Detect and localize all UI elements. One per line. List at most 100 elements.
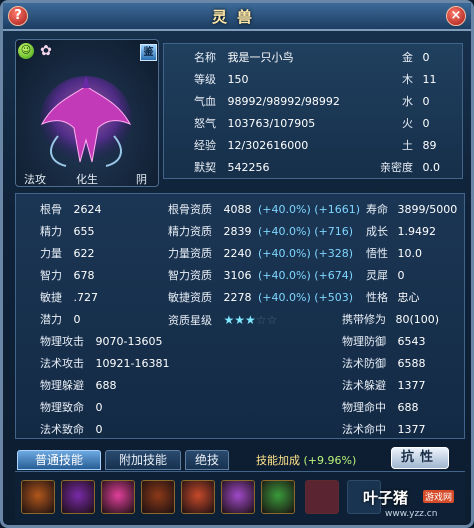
identity-row-exp: 经验 12/302616000 bbox=[194, 136, 308, 155]
identity-key: 气血 bbox=[194, 95, 216, 108]
skill-slot-1[interactable] bbox=[21, 480, 55, 514]
combat-magic-hit: 法术命中 1377 bbox=[342, 420, 426, 440]
aptitude-key: 敏捷资质 bbox=[168, 291, 212, 304]
skill-slot-3[interactable] bbox=[101, 480, 135, 514]
identity-panel: 名称 我是一只小鸟 等级 150 气血 98992/98992/98992 怒气… bbox=[163, 43, 463, 179]
skill-slot-2[interactable] bbox=[61, 480, 95, 514]
element-metal: 金 0 bbox=[402, 48, 430, 67]
identity-value: 103763/107905 bbox=[227, 117, 316, 130]
stat-key: 灵犀 bbox=[366, 269, 388, 282]
stat-strength: 力量 622 bbox=[40, 244, 95, 264]
skill-slot-7[interactable] bbox=[261, 480, 295, 514]
element-value: 89 bbox=[422, 139, 437, 152]
aptitude-energy: 精力资质 2839 (+40.0%) (+716) bbox=[168, 222, 353, 242]
stat-value: 678 bbox=[73, 269, 95, 282]
combat-key: 法术致命 bbox=[40, 423, 84, 436]
identity-row-name: 名称 我是一只小鸟 bbox=[194, 48, 294, 67]
stat-value: 2624 bbox=[73, 203, 102, 216]
combat-phys-crit: 物理致命 0 bbox=[40, 398, 103, 418]
watermark-tag: 游戏网 bbox=[423, 490, 455, 503]
stat-value: 10.0 bbox=[397, 247, 423, 260]
identity-value: 98992/98992/98992 bbox=[227, 95, 340, 108]
tab-normal-skills[interactable]: 普通技能 bbox=[17, 450, 101, 470]
aptitude-star-rating: 资质星级 ★★★☆☆ bbox=[168, 310, 277, 330]
element-water: 水 0 bbox=[402, 92, 430, 111]
aptitude-bonus: (+40.0%) (+674) bbox=[258, 269, 354, 282]
element-value: 0 bbox=[422, 117, 430, 130]
aptitude-value: 2278 bbox=[223, 291, 252, 304]
stat-value: 655 bbox=[73, 225, 95, 238]
combat-value: 688 bbox=[95, 379, 117, 392]
element-earth: 土 89 bbox=[402, 136, 437, 155]
aptitude-key: 根骨资质 bbox=[168, 203, 212, 216]
combat-key: 物理攻击 bbox=[40, 335, 84, 348]
tab-extra-skills[interactable]: 附加技能 bbox=[105, 450, 181, 470]
skill-bonus-label: 技能加成 bbox=[256, 454, 300, 467]
stat-value: 80(100) bbox=[395, 313, 440, 326]
identity-key: 默契 bbox=[194, 161, 216, 174]
combat-phys-dodge: 物理躲避 688 bbox=[40, 376, 117, 396]
smile-icon[interactable]: ☺ bbox=[18, 43, 34, 59]
star-filled-icon: ★ bbox=[245, 313, 256, 327]
tab-ultimate[interactable]: 绝技 bbox=[185, 450, 229, 470]
stat-energy: 精力 655 bbox=[40, 222, 95, 242]
combat-magic-defense: 法术防御 6588 bbox=[342, 354, 426, 374]
identity-row-rage: 怒气 103763/107905 bbox=[194, 114, 315, 133]
aptitude-bonus: (+40.0%) (+1661) bbox=[258, 203, 361, 216]
resistance-button[interactable]: 抗性 bbox=[391, 447, 449, 469]
stat-potential: 潜力 0 bbox=[40, 310, 81, 330]
stat-key: 力量 bbox=[40, 247, 62, 260]
attack-type-label: 法攻 bbox=[24, 173, 46, 186]
identity-value: 12/302616000 bbox=[227, 139, 309, 152]
aptitude-value: 3106 bbox=[223, 269, 252, 282]
identity-key: 名称 bbox=[194, 51, 216, 64]
skill-slot-5[interactable] bbox=[181, 480, 215, 514]
aptitude-strength: 力量资质 2240 (+40.0%) (+328) bbox=[168, 244, 353, 264]
skill-slot-6[interactable] bbox=[221, 480, 255, 514]
stat-value: 622 bbox=[73, 247, 95, 260]
skill-slot-4[interactable] bbox=[141, 480, 175, 514]
identity-key: 等级 bbox=[194, 73, 216, 86]
help-button[interactable]: ? bbox=[8, 6, 28, 26]
stat-constitution: 根骨 2624 bbox=[40, 200, 102, 220]
flower-icon[interactable]: ✿ bbox=[38, 43, 54, 59]
stat-key: 性格 bbox=[366, 291, 388, 304]
skill-slot-empty[interactable] bbox=[305, 480, 339, 514]
identity-value: 我是一只小鸟 bbox=[227, 51, 294, 64]
appraise-button[interactable]: 鉴 bbox=[140, 44, 157, 61]
element-key: 水 bbox=[402, 95, 413, 108]
watermark-url: www.yzz.cn bbox=[385, 509, 438, 519]
aptitude-value: 2839 bbox=[223, 225, 252, 238]
aptitude-bonus: (+40.0%) (+328) bbox=[258, 247, 354, 260]
stat-key: 根骨 bbox=[40, 203, 62, 216]
identity-key: 怒气 bbox=[194, 117, 216, 130]
title-bar[interactable]: ? 灵兽 × bbox=[3, 3, 471, 31]
aptitude-value: 2240 bbox=[223, 247, 252, 260]
combat-value: 6543 bbox=[397, 335, 426, 348]
element-wood: 木 11 bbox=[402, 70, 437, 89]
combat-value: 688 bbox=[397, 401, 419, 414]
stat-agility: 敏捷 .727 bbox=[40, 288, 98, 308]
star-rating: ★★★☆☆ bbox=[224, 313, 278, 327]
aptitude-key: 精力资质 bbox=[168, 225, 212, 238]
combat-key: 物理躲避 bbox=[40, 379, 84, 392]
combat-key: 物理致命 bbox=[40, 401, 84, 414]
star-empty-icon: ☆ bbox=[255, 313, 267, 327]
stat-value: .727 bbox=[73, 291, 99, 304]
star-empty-icon: ☆ bbox=[266, 313, 278, 327]
stat-key: 寿命 bbox=[366, 203, 388, 216]
stat-key: 敏捷 bbox=[40, 291, 62, 304]
combat-key: 法术躲避 bbox=[342, 379, 386, 392]
aptitude-bonus: (+40.0%) (+716) bbox=[258, 225, 354, 238]
identity-row-hp: 气血 98992/98992/98992 bbox=[194, 92, 340, 111]
stat-key: 潜力 bbox=[40, 313, 62, 326]
combat-value: 9070-13605 bbox=[95, 335, 163, 348]
identity-key: 经验 bbox=[194, 139, 216, 152]
aptitude-agility: 敏捷资质 2278 (+40.0%) (+503) bbox=[168, 288, 353, 308]
identity-row-level: 等级 150 bbox=[194, 70, 249, 89]
stat-key: 精力 bbox=[40, 225, 62, 238]
stat-value: 0 bbox=[73, 313, 81, 326]
close-button[interactable]: × bbox=[446, 6, 466, 26]
combat-key: 物理防御 bbox=[342, 335, 386, 348]
stat-key: 成长 bbox=[366, 225, 388, 238]
